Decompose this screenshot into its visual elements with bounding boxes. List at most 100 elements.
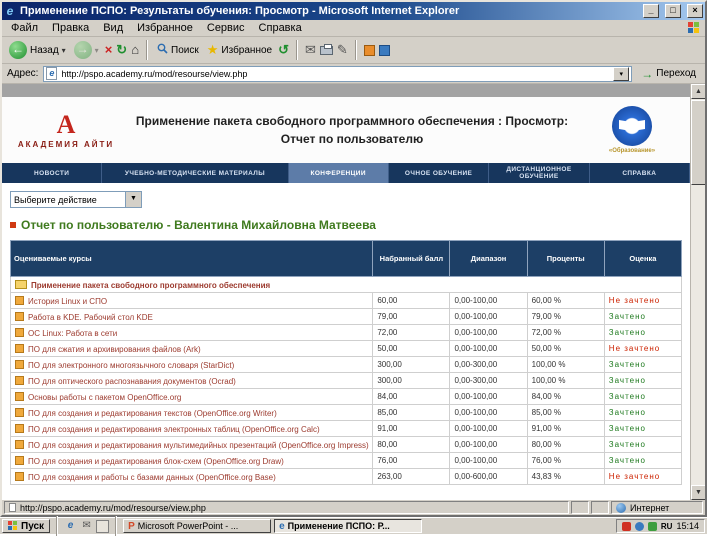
- column-header[interactable]: Оценка: [603, 240, 683, 277]
- course-link[interactable]: ПО для создания и редактирования текстов…: [28, 409, 277, 418]
- start-button[interactable]: Пуск: [2, 519, 51, 533]
- powerpoint-icon: P: [128, 520, 135, 532]
- course-cell: ПО для создания и работы с базами данных…: [9, 468, 374, 485]
- address-label: Адрес:: [7, 68, 39, 79]
- browser-toolbar: ← Назад ▾ → ▾ × ↻ ⌂ Поиск ★ Избранное ↺ …: [2, 37, 705, 64]
- discuss-icon[interactable]: [378, 44, 390, 56]
- antivirus-icon[interactable]: [621, 521, 631, 531]
- title-bar[interactable]: e Применение ПСПО: Результаты обучения: …: [2, 2, 705, 20]
- score-cell: 72,00: [372, 324, 451, 341]
- forward-dropdown-icon: ▾: [94, 45, 99, 55]
- column-header[interactable]: Проценты: [526, 240, 605, 277]
- menu-item[interactable]: Избранное: [130, 21, 200, 35]
- stop-button[interactable]: ×: [105, 43, 113, 57]
- refresh-button[interactable]: ↻: [116, 43, 127, 57]
- percent-cell: 100,00 %: [526, 356, 605, 373]
- table-row: Основы работы с пакетом OpenOffice.org 84…: [9, 388, 683, 405]
- course-link[interactable]: ПО для создания и редактирования электро…: [28, 425, 320, 434]
- course-link[interactable]: История Linux и СПО: [28, 297, 107, 306]
- course-link[interactable]: ПО для создания и редактирования блок-сх…: [28, 457, 284, 466]
- minimize-button[interactable]: _: [643, 4, 659, 18]
- range-cell: 0,00-100,00: [449, 388, 528, 405]
- search-button[interactable]: Поиск: [155, 41, 201, 59]
- grade-cell: Зачтено: [603, 308, 683, 325]
- vertical-scrollbar[interactable]: ▲ ▼: [690, 84, 705, 500]
- network-icon[interactable]: [634, 521, 644, 531]
- menu-item[interactable]: Сервис: [200, 21, 252, 35]
- search-label: Поиск: [171, 44, 199, 56]
- course-group-cell: Применение пакета свободного программног…: [10, 276, 682, 293]
- course-link[interactable]: ПО для оптического распознавания докумен…: [28, 377, 236, 386]
- course-icon: [15, 327, 24, 337]
- maximize-button[interactable]: □: [665, 4, 681, 18]
- course-link[interactable]: Работа в KDE. Рабочий стол KDE: [28, 313, 153, 322]
- address-input[interactable]: e http://pspo.academy.ru/mod/resourse/vi…: [43, 65, 633, 82]
- address-bar: Адрес: e http://pspo.academy.ru/mod/reso…: [2, 64, 705, 84]
- menu-item[interactable]: Вид: [96, 21, 130, 35]
- course-icon: [15, 391, 24, 401]
- table-row: Работа в KDE. Рабочий стол KDE 79,00 0,00-…: [9, 308, 683, 325]
- edit-button[interactable]: ✎: [337, 43, 348, 57]
- grade-cell: Не зачтено: [603, 292, 683, 309]
- forward-button[interactable]: → ▾: [72, 41, 101, 59]
- quicklaunch-desktop-icon[interactable]: [96, 519, 110, 533]
- percent-cell: 43,83 %: [526, 468, 605, 485]
- course-link[interactable]: ПО для электронного многоязычного словар…: [28, 361, 234, 370]
- course-link[interactable]: ПО для создания и редактирования мультим…: [28, 441, 369, 450]
- action-select[interactable]: Выберите действие ▼: [10, 191, 142, 208]
- browser-window: e Применение ПСПО: Результаты обучения: …: [0, 0, 707, 517]
- volume-icon[interactable]: [647, 521, 657, 531]
- menu-item[interactable]: Правка: [45, 21, 96, 35]
- favorites-button[interactable]: ★ Избранное: [205, 42, 274, 58]
- course-link[interactable]: ПО для создания и работы с базами данных…: [28, 473, 276, 482]
- toolbar-separator: [296, 40, 299, 60]
- column-header[interactable]: Оцениваемые курсы: [9, 240, 374, 277]
- nav-tab[interactable]: СПРАВКА: [590, 163, 690, 183]
- course-link[interactable]: ОС Linux: Работа в сети: [28, 329, 117, 338]
- quicklaunch-ie-icon[interactable]: e: [64, 520, 77, 533]
- nav-tab[interactable]: НОВОСТИ: [2, 163, 103, 183]
- history-button[interactable]: ↺: [278, 43, 289, 57]
- column-header[interactable]: Диапазон: [449, 240, 528, 277]
- address-dropdown-icon[interactable]: ▾: [613, 66, 630, 81]
- go-button[interactable]: → Переход: [637, 67, 700, 81]
- report-bullet-icon: [10, 222, 16, 228]
- nav-tab[interactable]: ОЧНОЕ ОБУЧЕНИЕ: [389, 163, 490, 183]
- course-icon: [15, 343, 24, 353]
- course-group-name[interactable]: Применение пакета свободного программног…: [31, 281, 270, 290]
- nav-tab[interactable]: УЧЕБНО-МЕТОДИЧЕСКИЕ МАТЕРИАЛЫ: [102, 163, 289, 183]
- quicklaunch-mail-icon[interactable]: ✉: [80, 520, 93, 533]
- mail-button[interactable]: ✉: [305, 43, 316, 57]
- back-button[interactable]: ← Назад ▾: [7, 41, 68, 59]
- score-cell: 60,00: [372, 292, 451, 309]
- taskbar-task[interactable]: P Microsoft PowerPoint - ...: [123, 519, 272, 533]
- folder-icon: [15, 279, 27, 289]
- column-header[interactable]: Набранный балл: [372, 240, 451, 277]
- nav-tab[interactable]: КОНФЕРЕНЦИИ: [288, 163, 389, 183]
- web-page: А АКАДЕМИЯ АЙТИ Применение пакета свобод…: [2, 84, 690, 500]
- scroll-up-icon[interactable]: ▲: [691, 84, 705, 99]
- range-cell: 0,00-100,00: [449, 308, 528, 325]
- menu-item[interactable]: Справка: [252, 21, 309, 35]
- taskbar-task[interactable]: e Применение ПСПО: Р...: [274, 519, 423, 533]
- range-cell: 0,00-100,00: [449, 420, 528, 437]
- table-row: ПО для создания и редактирования текстов…: [9, 404, 683, 421]
- grade-cell: Зачтено: [603, 452, 683, 469]
- scroll-down-icon[interactable]: ▼: [691, 485, 705, 500]
- course-icon: [15, 295, 24, 305]
- education-logo-text: «Образование»: [608, 148, 656, 154]
- language-indicator[interactable]: RU: [661, 522, 673, 531]
- print-button[interactable]: [319, 43, 333, 55]
- back-dropdown-icon[interactable]: ▾: [62, 46, 66, 55]
- percent-cell: 50,00 %: [526, 340, 605, 357]
- close-button[interactable]: ×: [687, 4, 703, 18]
- course-link[interactable]: ПО для сжатия и архивирования файлов (Ar…: [28, 345, 201, 354]
- grade-cell: Зачтено: [603, 404, 683, 421]
- course-link[interactable]: Основы работы с пакетом OpenOffice.org: [28, 393, 181, 402]
- table-row: ПО для оптического распознавания докумен…: [9, 372, 683, 389]
- scroll-thumb[interactable]: [691, 100, 705, 185]
- home-button[interactable]: ⌂: [131, 43, 139, 57]
- messenger-icon[interactable]: [363, 44, 375, 56]
- menu-item[interactable]: Файл: [4, 21, 45, 35]
- nav-tab[interactable]: ДИСТАНЦИОННОЕ ОБУЧЕНИЕ: [489, 163, 590, 183]
